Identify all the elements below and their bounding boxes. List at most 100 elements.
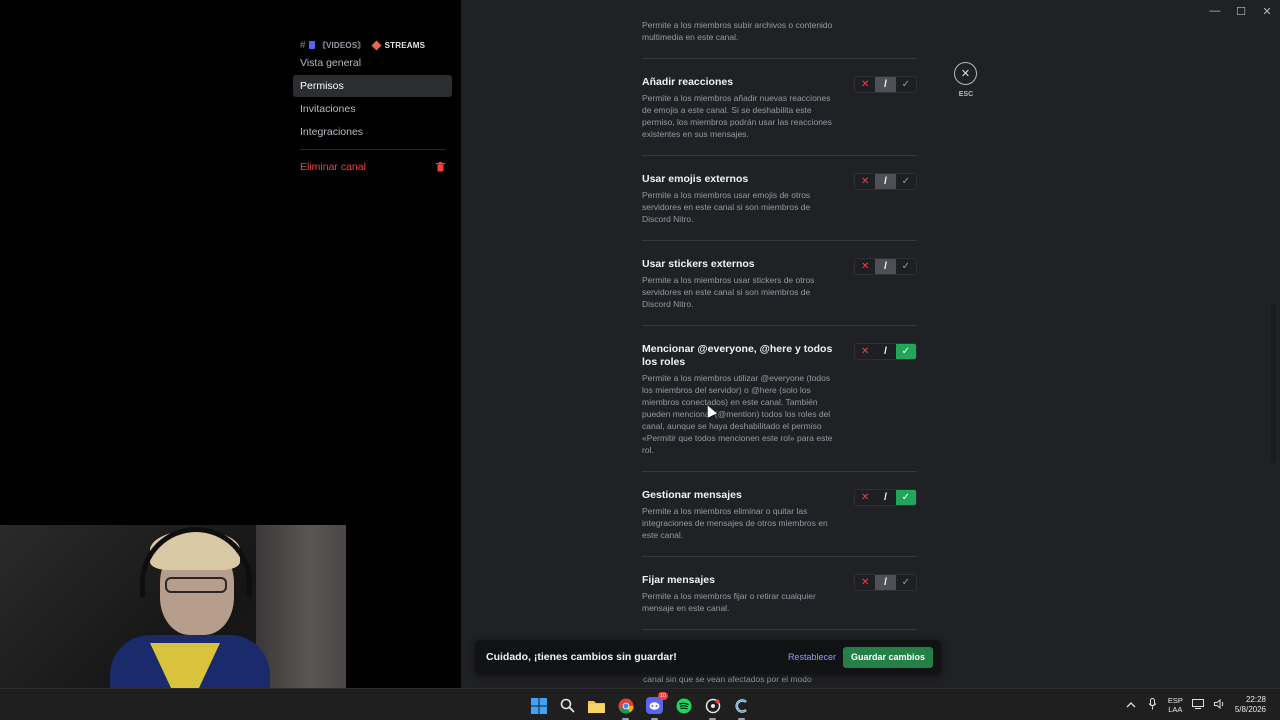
sidebar-item-label: Permisos xyxy=(300,80,344,92)
allow-button[interactable]: ✓ xyxy=(896,77,916,92)
permission-desc: Permite a los miembros utilizar @everyon… xyxy=(642,373,833,455)
trash-icon xyxy=(436,162,445,172)
permission-toggle: ✕ / ✓ xyxy=(854,258,917,275)
delete-channel-label: Eliminar canal xyxy=(300,161,366,173)
permission-title: Gestionar mensajes xyxy=(642,489,742,501)
permission-row-attach-files: Permite a los miembros subir archivos o … xyxy=(642,0,917,59)
language-code: ESP xyxy=(1167,696,1183,705)
capcut-icon[interactable] xyxy=(730,694,753,720)
permission-row-mention-everyone: Mencionar @everyone, @here y todos los r… xyxy=(642,326,917,472)
volume-icon[interactable] xyxy=(1213,698,1227,712)
windows-start-icon[interactable] xyxy=(527,694,550,717)
deny-button[interactable]: ✕ xyxy=(855,344,875,359)
chrome-icon[interactable] xyxy=(614,694,637,720)
search-icon[interactable] xyxy=(556,694,579,717)
permission-desc: Permite a los miembros usar emojis de ot… xyxy=(642,190,811,224)
permission-title: Añadir reacciones xyxy=(642,76,734,88)
permissions-list: Permite a los miembros subir archivos o … xyxy=(642,0,917,630)
chevron-up-icon[interactable] xyxy=(1124,700,1138,711)
partial-permission-desc: canal sin que se vean afectados por el m… xyxy=(643,674,812,684)
neutral-button[interactable]: / xyxy=(875,344,895,359)
system-clock[interactable]: 22:28 5/8/2026 xyxy=(1235,695,1266,715)
webcam-headset xyxy=(140,527,252,597)
network-icon[interactable] xyxy=(1191,698,1205,712)
permission-toggle: ✕ / ✓ xyxy=(854,489,917,506)
neutral-button[interactable]: / xyxy=(875,490,895,505)
close-window-button[interactable]: ✕ xyxy=(1255,0,1279,22)
permission-desc: Permite a los miembros añadir nuevas rea… xyxy=(642,93,832,139)
microphone-icon[interactable] xyxy=(1146,697,1160,713)
neutral-button[interactable]: / xyxy=(875,77,896,92)
file-explorer-icon[interactable] xyxy=(585,694,608,717)
permission-desc: Permite a los miembros usar stickers de … xyxy=(642,275,815,309)
permission-desc: Permite a los miembros subir archivos o … xyxy=(642,20,833,42)
neutral-button[interactable]: / xyxy=(875,259,896,274)
neutral-button[interactable]: / xyxy=(875,575,896,590)
deny-button[interactable]: ✕ xyxy=(855,259,875,274)
deny-button[interactable]: ✕ xyxy=(855,575,875,590)
neutral-button[interactable]: / xyxy=(875,174,896,189)
reset-button[interactable]: Restablecer xyxy=(788,652,836,662)
app-icon[interactable] xyxy=(701,694,724,720)
channel-name: STREAMS xyxy=(384,40,426,50)
permission-title: Mencionar @everyone, @here y todos los r… xyxy=(642,343,833,368)
keyboard-layout: LAA xyxy=(1168,705,1183,714)
permission-toggle: ✕ / ✓ xyxy=(854,173,917,190)
webcam-overlay xyxy=(0,525,346,688)
allow-button[interactable]: ✓ xyxy=(896,575,916,590)
sidebar-item-permissions[interactable]: Permisos xyxy=(293,75,452,97)
allow-button[interactable]: ✓ xyxy=(895,344,916,359)
taskbar-apps: 10 xyxy=(527,692,753,720)
permission-title: Usar stickers externos xyxy=(642,258,755,270)
permission-row-pin-messages: Fijar mensajes Permite a los miembros fi… xyxy=(642,557,917,630)
permission-title: Fijar mensajes xyxy=(642,574,715,586)
permission-row-add-reactions: Añadir reacciones Permite a los miembros… xyxy=(642,59,917,156)
unsaved-changes-text: Cuidado, ¡tienes cambios sin guardar! xyxy=(486,651,677,663)
permission-toggle: ✕ / ✓ xyxy=(854,574,917,591)
unsaved-changes-bar: Cuidado, ¡tienes cambios sin guardar! Re… xyxy=(475,640,941,674)
sidebar-item-overview[interactable]: Vista general xyxy=(293,52,452,74)
esc-label: ESC xyxy=(958,91,974,98)
channel-header: # 〘VIDEOS〙 STREAMS xyxy=(293,38,452,52)
deny-button[interactable]: ✕ xyxy=(855,490,875,505)
permission-toggle: ✕ / ✓ xyxy=(854,76,917,93)
delete-channel-button[interactable]: Eliminar canal xyxy=(293,156,452,178)
language-indicator[interactable]: ESP LAA xyxy=(1168,696,1183,714)
diamond-icon xyxy=(371,40,382,50)
permission-row-manage-messages: Gestionar mensajes Permite a los miembro… xyxy=(642,472,917,557)
video-emoji-icon xyxy=(308,41,315,49)
discord-icon[interactable]: 10 xyxy=(643,692,668,720)
sidebar-divider xyxy=(300,149,445,150)
sidebar-item-integrations[interactable]: Integraciones xyxy=(293,121,452,143)
esc-close: ✕ ESC xyxy=(954,62,978,98)
discord-badge: 10 xyxy=(657,692,668,700)
allow-button[interactable]: ✓ xyxy=(896,259,916,274)
permission-desc: Permite a los miembros eliminar o quitar… xyxy=(642,506,828,540)
save-changes-button[interactable]: Guardar cambios xyxy=(842,646,933,668)
sidebar-item-label: Integraciones xyxy=(300,126,364,138)
deny-button[interactable]: ✕ xyxy=(855,77,875,92)
maximize-button[interactable]: ☐ xyxy=(1229,0,1253,22)
channel-hash-icon: # xyxy=(300,39,306,51)
permission-title: Usar emojis externos xyxy=(642,173,749,185)
allow-button[interactable]: ✓ xyxy=(896,174,916,189)
permission-row-external-stickers: Usar stickers externos Permite a los mie… xyxy=(642,241,917,326)
minimize-button[interactable]: — xyxy=(1203,0,1227,22)
window-controls: — ☐ ✕ xyxy=(1202,0,1280,22)
system-tray: ESP LAA 22:28 5/8/2026 xyxy=(1124,689,1280,720)
channel-video-tag: 〘VIDEOS〙 xyxy=(317,40,366,50)
taskbar: 10 ESP LAA 22:28 5/8/2026 xyxy=(0,688,1280,720)
webcam-background xyxy=(256,525,346,688)
deny-button[interactable]: ✕ xyxy=(855,174,875,189)
sidebar-item-label: Vista general xyxy=(300,57,362,69)
permission-row-external-emojis: Usar emojis externos Permite a los miemb… xyxy=(642,156,917,241)
sidebar-item-label: Invitaciones xyxy=(300,103,356,115)
close-settings-button[interactable]: ✕ xyxy=(954,62,977,85)
allow-button[interactable]: ✓ xyxy=(895,490,916,505)
clock-time: 22:28 xyxy=(1245,695,1266,704)
permissions-panel: Permite a los miembros subir archivos o … xyxy=(461,0,1280,688)
permission-toggle: ✕ / ✓ xyxy=(854,343,917,360)
sidebar-item-invites[interactable]: Invitaciones xyxy=(293,98,452,120)
spotify-icon[interactable] xyxy=(672,694,695,717)
scrollbar-thumb[interactable] xyxy=(1271,303,1276,463)
